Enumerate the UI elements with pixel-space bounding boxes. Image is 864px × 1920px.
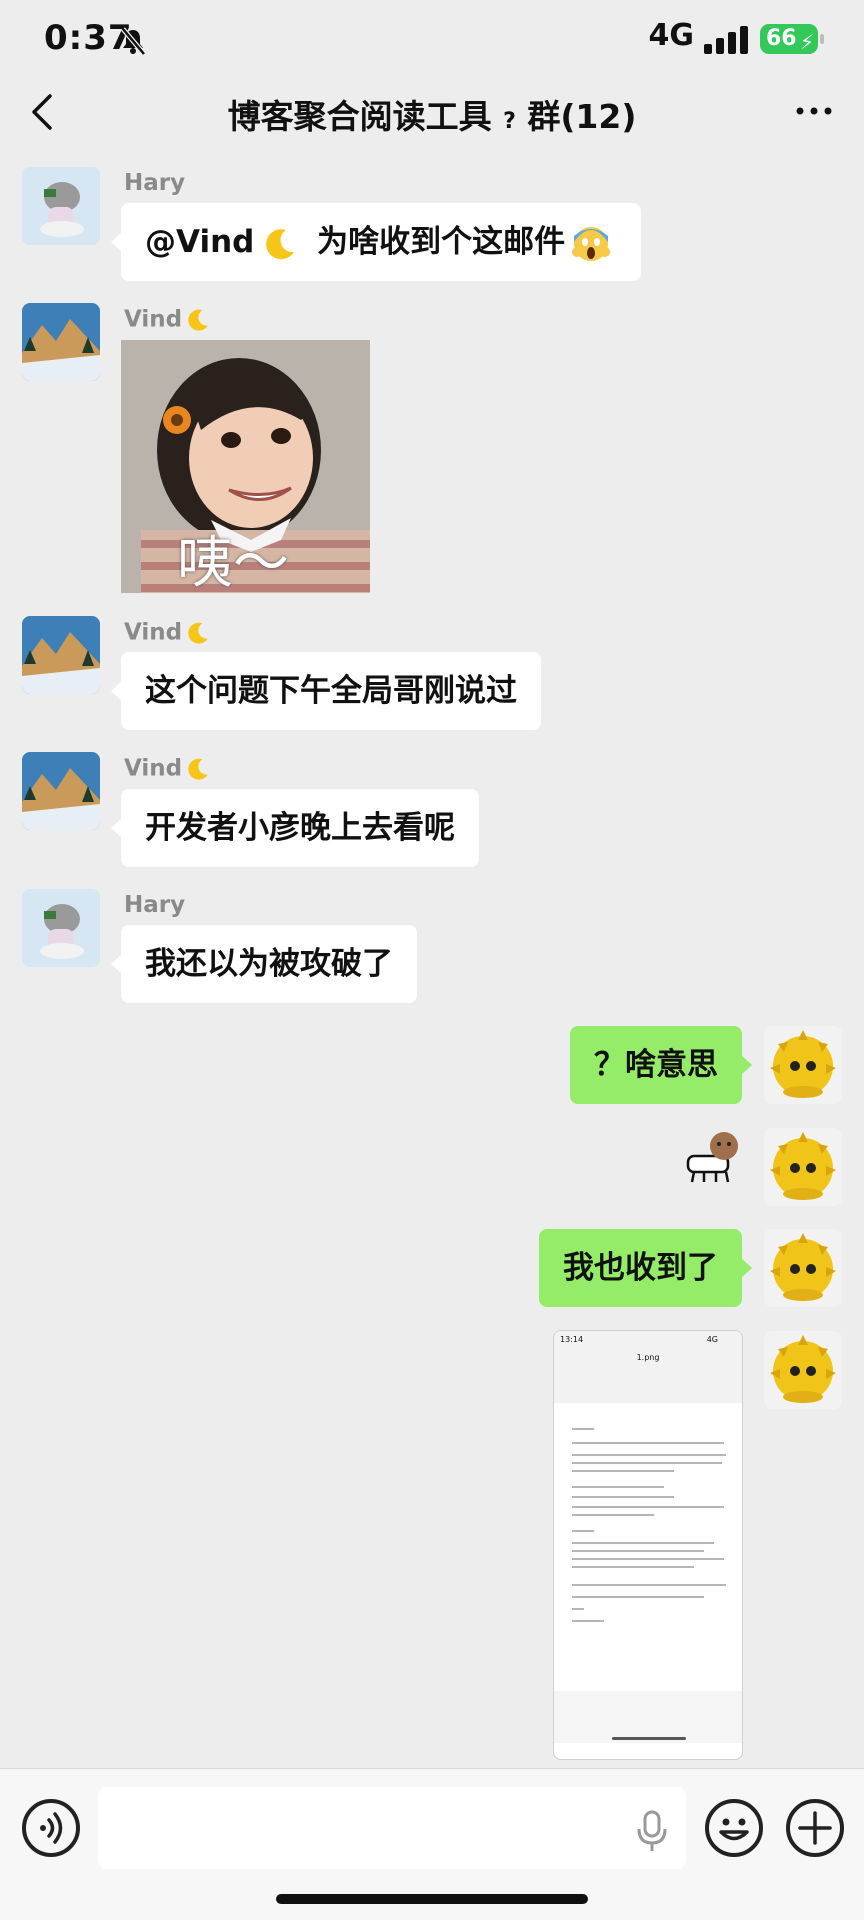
- crescent-moon-icon: [188, 622, 208, 644]
- dog-sticker[interactable]: [684, 1128, 742, 1184]
- message-text: 为啥收到个这邮件: [306, 224, 566, 260]
- mute-bell-icon: [121, 27, 146, 56]
- durian-avatar-art: [764, 1229, 842, 1307]
- cat-avatar-art: [22, 167, 100, 245]
- voice-icon[interactable]: [22, 1799, 80, 1857]
- sender-name: Vind: [124, 619, 212, 647]
- mountain-avatar[interactable]: [22, 303, 100, 381]
- screenshot-filename: 1.png: [636, 1353, 660, 1362]
- smile-face: [719, 1818, 749, 1841]
- sender-name: Hary: [124, 170, 186, 196]
- chat-title-name: 博客聚合阅读工具: [227, 97, 492, 136]
- crescent-moon-icon: [266, 228, 295, 259]
- screenshot-image[interactable]: 13:14 4G 1.png: [553, 1330, 743, 1760]
- battery-indicator: 66 ⚡: [760, 24, 824, 54]
- mountain-avatar[interactable]: [22, 752, 100, 830]
- durian-avatar[interactable]: [764, 1331, 842, 1409]
- status-bar: 0:37 4G 66 ⚡: [0, 0, 864, 78]
- more-options-icon[interactable]: [794, 96, 834, 126]
- durian-avatar[interactable]: [764, 1229, 842, 1307]
- message-bubble[interactable]: ？啥意思: [570, 1026, 752, 1104]
- sticker-caption: 咦～: [177, 531, 289, 593]
- charging-icon: ⚡: [799, 30, 814, 54]
- cat-avatar[interactable]: [22, 167, 100, 245]
- message-bubble[interactable]: 开发者小彦晚上去看呢: [111, 789, 479, 867]
- screenshot-header: 13:14 4G 1.png: [554, 1331, 742, 1403]
- screenshot-time: 13:14: [560, 1335, 584, 1344]
- crescent-moon-icon: [188, 758, 208, 780]
- emoji-icon[interactable]: [705, 1799, 763, 1857]
- durian-avatar-art: [764, 1026, 842, 1104]
- message-bubble[interactable]: 我还以为被攻破了: [111, 925, 417, 1003]
- message-bubble[interactable]: @Vind 为啥收到个这邮件: [110, 203, 642, 281]
- sticker-image[interactable]: 咦～: [121, 340, 370, 593]
- durian-avatar[interactable]: [764, 1128, 842, 1206]
- mention-text: @Vind: [145, 224, 255, 260]
- message-input[interactable]: [98, 1787, 686, 1869]
- sender-name: Vind: [124, 755, 212, 783]
- durian-avatar-art: [764, 1128, 842, 1206]
- crescent-moon-icon: [188, 309, 208, 331]
- scream-face-icon: [572, 226, 611, 261]
- plus-sign: [798, 1811, 832, 1845]
- message-bubble[interactable]: 我也收到了: [539, 1229, 752, 1307]
- durian-avatar-art: [764, 1331, 842, 1409]
- mountain-avatar-art: [22, 616, 100, 694]
- chat-title-q: ?: [503, 109, 516, 134]
- screenshot-document-lines: [554, 1428, 742, 1743]
- mic-icon[interactable]: [634, 1809, 670, 1853]
- voice-waves: [40, 1812, 63, 1844]
- battery-tip: [820, 34, 824, 44]
- screenshot-network: 4G: [706, 1335, 718, 1344]
- signal-icon: [704, 26, 748, 54]
- battery-level: 66: [766, 26, 797, 51]
- mountain-avatar-art: [22, 303, 100, 381]
- plus-icon[interactable]: [786, 1799, 844, 1857]
- chat-header: 博客聚合阅读工具 ? 群(12): [0, 78, 864, 144]
- network-type: 4G: [648, 18, 695, 53]
- mountain-avatar[interactable]: [22, 616, 100, 694]
- message-bubble[interactable]: 这个问题下午全局哥刚说过: [111, 652, 541, 730]
- chat-title: 博客聚合阅读工具 ? 群(12): [0, 90, 864, 138]
- sender-name: Hary: [124, 892, 186, 918]
- mountain-avatar-art: [22, 752, 100, 830]
- sender-name: Vind: [124, 306, 212, 334]
- durian-avatar[interactable]: [764, 1026, 842, 1104]
- home-indicator[interactable]: [276, 1894, 588, 1904]
- chat-title-suffix: 群(12): [527, 97, 637, 136]
- cat-avatar[interactable]: [22, 889, 100, 967]
- cat-avatar-art: [22, 889, 100, 967]
